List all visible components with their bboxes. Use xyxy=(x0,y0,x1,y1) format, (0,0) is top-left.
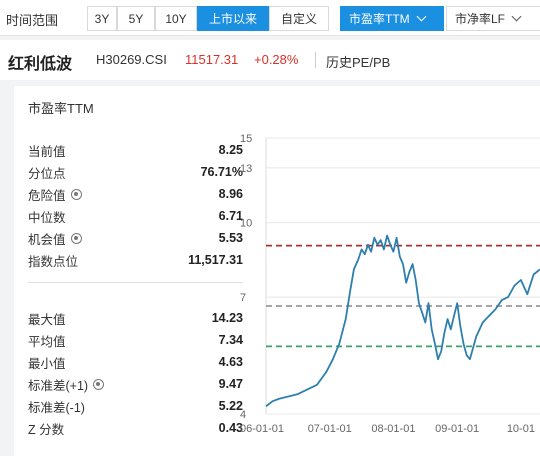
stat-label: 最小值 xyxy=(28,353,66,372)
index-value: 11517.31 xyxy=(185,52,239,67)
stat-row: 危险值 8.96 xyxy=(28,184,243,204)
stat-row: 标准差(-1) 5.22 xyxy=(28,396,243,416)
stat-row: 当前值 8.25 xyxy=(28,140,243,160)
filter-bar: 时间范围 3Y 5Y 10Y 上市以来 自定义 市盈率TTM 市净率LF xyxy=(0,0,540,36)
stat-label: Z 分数 xyxy=(28,419,64,438)
stat-label: 最大值 xyxy=(28,309,66,328)
y-tick-label: 10 xyxy=(240,218,252,230)
chevron-down-icon xyxy=(511,11,522,22)
metric-pe-dropdown[interactable]: 市盈率TTM xyxy=(340,6,444,31)
stats-divider xyxy=(28,282,243,283)
x-tick-label: 09-01-01 xyxy=(435,423,479,435)
y-tick-label: 13 xyxy=(240,163,252,175)
stat-label: 当前值 xyxy=(28,141,66,160)
stat-label: 中位数 xyxy=(28,207,66,226)
index-name: 红利低波 xyxy=(8,56,73,73)
stat-label-text: 最小值 xyxy=(28,356,66,371)
settings-gear-icon[interactable] xyxy=(93,378,105,390)
stat-label-text: 当前值 xyxy=(28,144,66,159)
range-5y-button[interactable]: 5Y xyxy=(117,6,155,31)
stat-label-text: 中位数 xyxy=(28,210,66,225)
x-tick-label: 08-01-01 xyxy=(371,423,415,435)
range-since-listing-button[interactable]: 上市以来 xyxy=(197,6,269,31)
stat-label-text: 指数点位 xyxy=(28,254,79,269)
settings-gear-icon[interactable] xyxy=(70,188,82,200)
stat-row: 分位点 76.71% xyxy=(28,162,243,182)
metric-pe-label: 市盈率TTM xyxy=(349,12,410,26)
index-change: +0.28% xyxy=(254,52,299,67)
y-tick-label: 15 xyxy=(240,133,252,145)
x-tick-label: 07-01-01 xyxy=(308,423,352,435)
pe-line-chart: 15 13 10 7 4 06-01-01 07-01-01 08-01-01 09-01-01… xyxy=(240,133,540,435)
stat-row: 最大值 14.23 xyxy=(28,308,243,328)
stat-label-text: 危险值 xyxy=(28,188,66,203)
stat-label: 指数点位 xyxy=(28,251,78,270)
settings-gear-icon[interactable] xyxy=(70,232,82,244)
stat-label-text: 标准差(-1) xyxy=(28,400,85,415)
index-header: 红利低波 H30269.CSI 11517.31 +0.28% 历史PE/PB xyxy=(0,40,540,80)
stat-row: 指数点位 11,517.31 xyxy=(28,250,243,270)
panel-title: 市盈率TTM xyxy=(28,101,94,116)
stat-label: 标准差(-1) xyxy=(28,397,85,416)
x-tick-label: 06-01-01 xyxy=(240,423,284,435)
y-tick-label: 4 xyxy=(240,409,246,421)
stat-row: 机会值 5.53 xyxy=(28,228,243,248)
stat-label-text: 分位点 xyxy=(28,166,66,181)
stat-label-text: 平均值 xyxy=(28,334,66,349)
stat-label: 机会值 xyxy=(28,229,82,248)
stat-label-text: Z 分数 xyxy=(28,422,65,437)
stat-row: 最小值 4.63 xyxy=(28,352,243,372)
pe-chart: 15 13 10 7 4 06-01-01 07-01-01 08-01-01 09-01-01… xyxy=(236,126,540,456)
stat-label-text: 标准差(+1) xyxy=(28,378,89,393)
range-10y-button[interactable]: 10Y xyxy=(155,6,197,31)
range-custom-button[interactable]: 自定义 xyxy=(269,6,329,31)
index-code: H30269.CSI xyxy=(96,52,167,67)
stat-row: Z 分数 0.43 xyxy=(28,418,243,438)
y-tick-label: 7 xyxy=(240,292,246,304)
stat-label: 分位点 xyxy=(28,163,66,182)
x-tick-label: 10-01 xyxy=(507,423,535,435)
time-range-label: 时间范围 xyxy=(6,13,59,28)
pe-series-line xyxy=(265,234,540,408)
chevron-down-icon xyxy=(416,11,427,22)
stat-row: 平均值 7.34 xyxy=(28,330,243,350)
stat-row: 标准差(+1) 9.47 xyxy=(28,374,243,394)
stat-label-text: 机会值 xyxy=(28,232,66,247)
stat-label: 标准差(+1) xyxy=(28,375,105,394)
stat-label-text: 最大值 xyxy=(28,312,66,327)
range-3y-button[interactable]: 3Y xyxy=(87,6,117,31)
metric-pb-label: 市净率LF xyxy=(455,12,506,26)
metric-pb-dropdown[interactable]: 市净率LF xyxy=(446,6,540,31)
stat-value: 11,517.31 xyxy=(188,253,243,267)
stat-label: 平均值 xyxy=(28,331,66,350)
history-pe-pb-link[interactable]: 历史PE/PB xyxy=(326,52,390,71)
stat-row: 中位数 6.71 xyxy=(28,206,243,226)
stat-label: 危险值 xyxy=(28,185,82,204)
header-divider xyxy=(315,52,316,68)
